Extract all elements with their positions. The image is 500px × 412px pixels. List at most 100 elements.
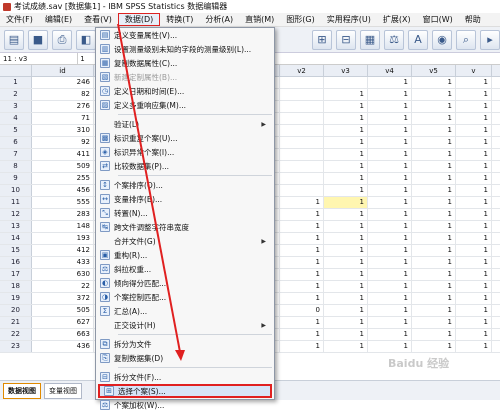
cell-v3[interactable]: 1 (324, 137, 368, 148)
cell-v4[interactable]: 1 (368, 293, 412, 304)
weight-cases-toolbar-icon[interactable]: ⚖ (384, 29, 404, 50)
cell-id[interactable]: 276 (32, 101, 94, 112)
cell-v3[interactable]: 1 (324, 101, 368, 112)
cell-v3[interactable] (324, 77, 368, 88)
cell-v5[interactable]: 1 (412, 221, 456, 232)
menu-item[interactable]: ◷ 定义日期和时间(E)... (96, 84, 274, 98)
cell-v5[interactable]: 1 (412, 137, 456, 148)
menu-item[interactable]: ⧉ 拆分为文件 (96, 337, 274, 351)
column-header-v4[interactable]: v4 (368, 65, 412, 76)
cell-v3[interactable]: 1 (324, 245, 368, 256)
menu-file[interactable]: 文件(F) (0, 13, 39, 27)
row-number[interactable]: 16 (0, 257, 32, 268)
cell-v3[interactable]: 1 (324, 113, 368, 124)
cell-v3[interactable]: 1 (324, 233, 368, 244)
row-number[interactable]: 23 (0, 341, 32, 352)
cell-v5[interactable]: 1 (412, 245, 456, 256)
cell-v3[interactable]: 1 (324, 269, 368, 280)
tab-data-view[interactable]: 数据视图 (3, 382, 41, 399)
row-number[interactable]: 4 (0, 113, 32, 124)
column-header-v6[interactable]: v (456, 65, 492, 76)
cell-v2[interactable]: 0 (280, 305, 324, 316)
cell-id[interactable]: 505 (32, 305, 94, 316)
cell-id[interactable]: 92 (32, 137, 94, 148)
cell-v6[interactable]: 1 (456, 185, 492, 196)
cell-v5[interactable]: 1 (412, 317, 456, 328)
cell-v3[interactable]: 1 (324, 221, 368, 232)
cell-id[interactable]: 283 (32, 209, 94, 220)
menu-item[interactable]: ⎘ 复制数据集(D) (96, 351, 274, 365)
cell-v3[interactable]: 1 (324, 305, 368, 316)
cell-v3[interactable]: 1 (324, 185, 368, 196)
save-icon[interactable]: ■ (28, 29, 48, 50)
menu-item[interactable]: ◑ 个案控制匹配... (96, 290, 274, 304)
menu-item[interactable]: ▤ 定义变量属性(V)... (96, 28, 274, 42)
search-icon[interactable]: ⌕ (456, 29, 476, 50)
cell-id[interactable]: 82 (32, 89, 94, 100)
cell-id[interactable]: 193 (32, 233, 94, 244)
cell-v4[interactable]: 1 (368, 281, 412, 292)
cell-v5[interactable]: 1 (412, 161, 456, 172)
menu-utilities[interactable]: 实用程序(U) (321, 13, 377, 27)
cell-v4[interactable]: 1 (368, 113, 412, 124)
cell-v2[interactable]: 1 (280, 233, 324, 244)
cell-v2[interactable]: 1 (280, 197, 324, 208)
open-folder-icon[interactable]: ▤ (4, 29, 24, 50)
menu-item[interactable]: ◐ 倾向得分匹配... (96, 276, 274, 290)
cell-v5[interactable]: 1 (412, 185, 456, 196)
cell-v4[interactable]: 1 (368, 125, 412, 136)
cell-v5[interactable]: 1 (412, 77, 456, 88)
cell-v6[interactable]: 1 (456, 89, 492, 100)
cell-v2[interactable] (280, 89, 324, 100)
cell-v2[interactable]: 1 (280, 269, 324, 280)
row-number[interactable]: 8 (0, 161, 32, 172)
cell-v2[interactable]: 1 (280, 257, 324, 268)
cell-v6[interactable]: 1 (456, 209, 492, 220)
row-number[interactable]: 10 (0, 185, 32, 196)
cell-v3[interactable]: 1 (324, 293, 368, 304)
cell-id[interactable]: 22 (32, 281, 94, 292)
cell-v6[interactable]: 1 (456, 113, 492, 124)
cell-v4[interactable]: 1 (368, 317, 412, 328)
cell-id[interactable]: 509 (32, 161, 94, 172)
cell-id[interactable]: 456 (32, 185, 94, 196)
cell-v4[interactable]: 1 (368, 197, 412, 208)
cell-v4[interactable]: 1 (368, 173, 412, 184)
cell-v6[interactable]: 1 (456, 101, 492, 112)
row-number[interactable]: 17 (0, 269, 32, 280)
cell-v5[interactable]: 1 (412, 341, 456, 352)
cell-v3[interactable]: 1 (324, 197, 368, 208)
row-number[interactable]: 3 (0, 101, 32, 112)
cell-v2[interactable]: 1 (280, 281, 324, 292)
cell-v4[interactable]: 1 (368, 149, 412, 160)
cell-v2[interactable]: 1 (280, 221, 324, 232)
cell-id[interactable]: 310 (32, 125, 94, 136)
cell-v5[interactable]: 1 (412, 209, 456, 220)
row-number[interactable]: 18 (0, 281, 32, 292)
cell-v2[interactable]: 1 (280, 209, 324, 220)
menu-analyze[interactable]: 分析(A) (199, 13, 239, 27)
cell-v5[interactable]: 1 (412, 257, 456, 268)
menu-data[interactable]: 数据(D) (117, 13, 161, 26)
cell-v5[interactable]: 1 (412, 269, 456, 280)
insert-variable-icon[interactable]: ⊟ (336, 29, 356, 50)
menu-item[interactable]: ⚖ 斜拉权重... (96, 262, 274, 276)
more-icon[interactable]: ▸ (480, 29, 500, 50)
use-sets-icon[interactable]: ◉ (432, 29, 452, 50)
menu-item[interactable]: ⤡ 转置(N)... (96, 206, 274, 220)
cell-id[interactable]: 246 (32, 77, 94, 88)
cell-id[interactable]: 148 (32, 221, 94, 232)
cell-id[interactable]: 630 (32, 269, 94, 280)
cell-v4[interactable]: 1 (368, 77, 412, 88)
tab-variable-view[interactable]: 变量视图 (44, 382, 82, 399)
column-header-v2[interactable]: v2 (280, 65, 324, 76)
cell-v6[interactable]: 1 (456, 197, 492, 208)
cell-id[interactable]: 663 (32, 329, 94, 340)
cell-id[interactable]: 627 (32, 317, 94, 328)
cell-v5[interactable]: 1 (412, 293, 456, 304)
cell-v2[interactable]: 1 (280, 329, 324, 340)
cell-v5[interactable]: 1 (412, 113, 456, 124)
cell-v3[interactable]: 1 (324, 173, 368, 184)
cell-id[interactable]: 555 (32, 197, 94, 208)
cell-v4[interactable]: 1 (368, 209, 412, 220)
